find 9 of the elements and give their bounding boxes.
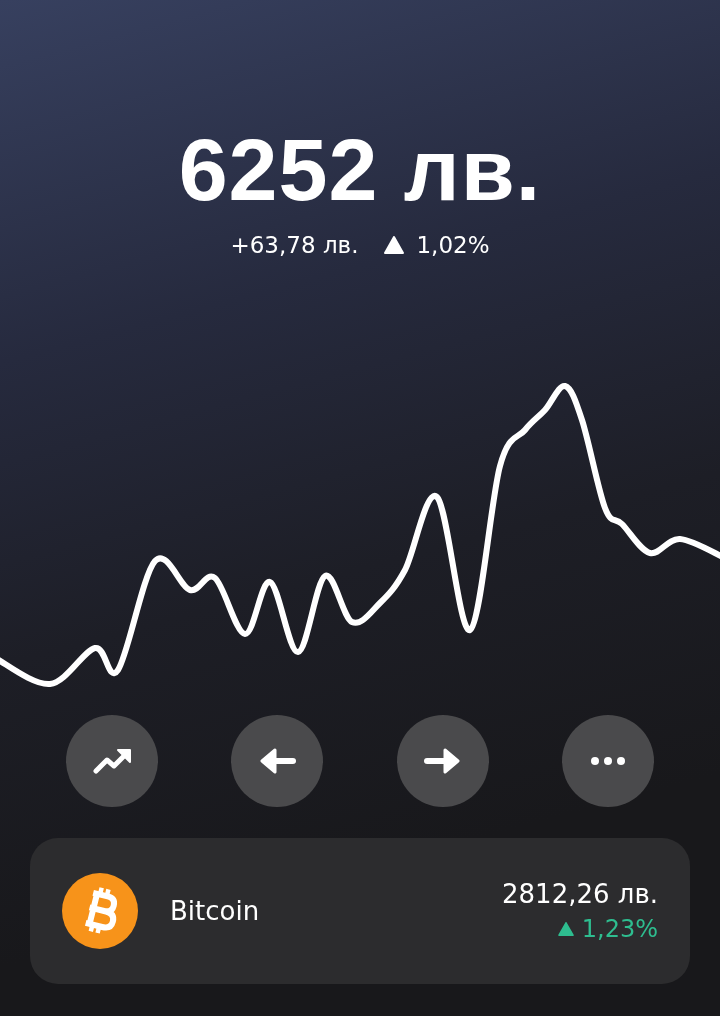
asset-card[interactable]: Bitcoin 2812,26 лв. 1,23% (30, 838, 690, 984)
trend-up-icon (92, 746, 132, 776)
balance-amount: 6252 лв. (178, 124, 542, 216)
balance-change: +63,78 лв. (230, 231, 359, 260)
asset-percent: 1,23% (581, 915, 658, 943)
balance-percent: 1,02% (416, 231, 490, 260)
more-icon (591, 757, 625, 765)
asset-value: 2812,26 лв. (502, 879, 658, 909)
asset-name: Bitcoin (170, 896, 261, 926)
